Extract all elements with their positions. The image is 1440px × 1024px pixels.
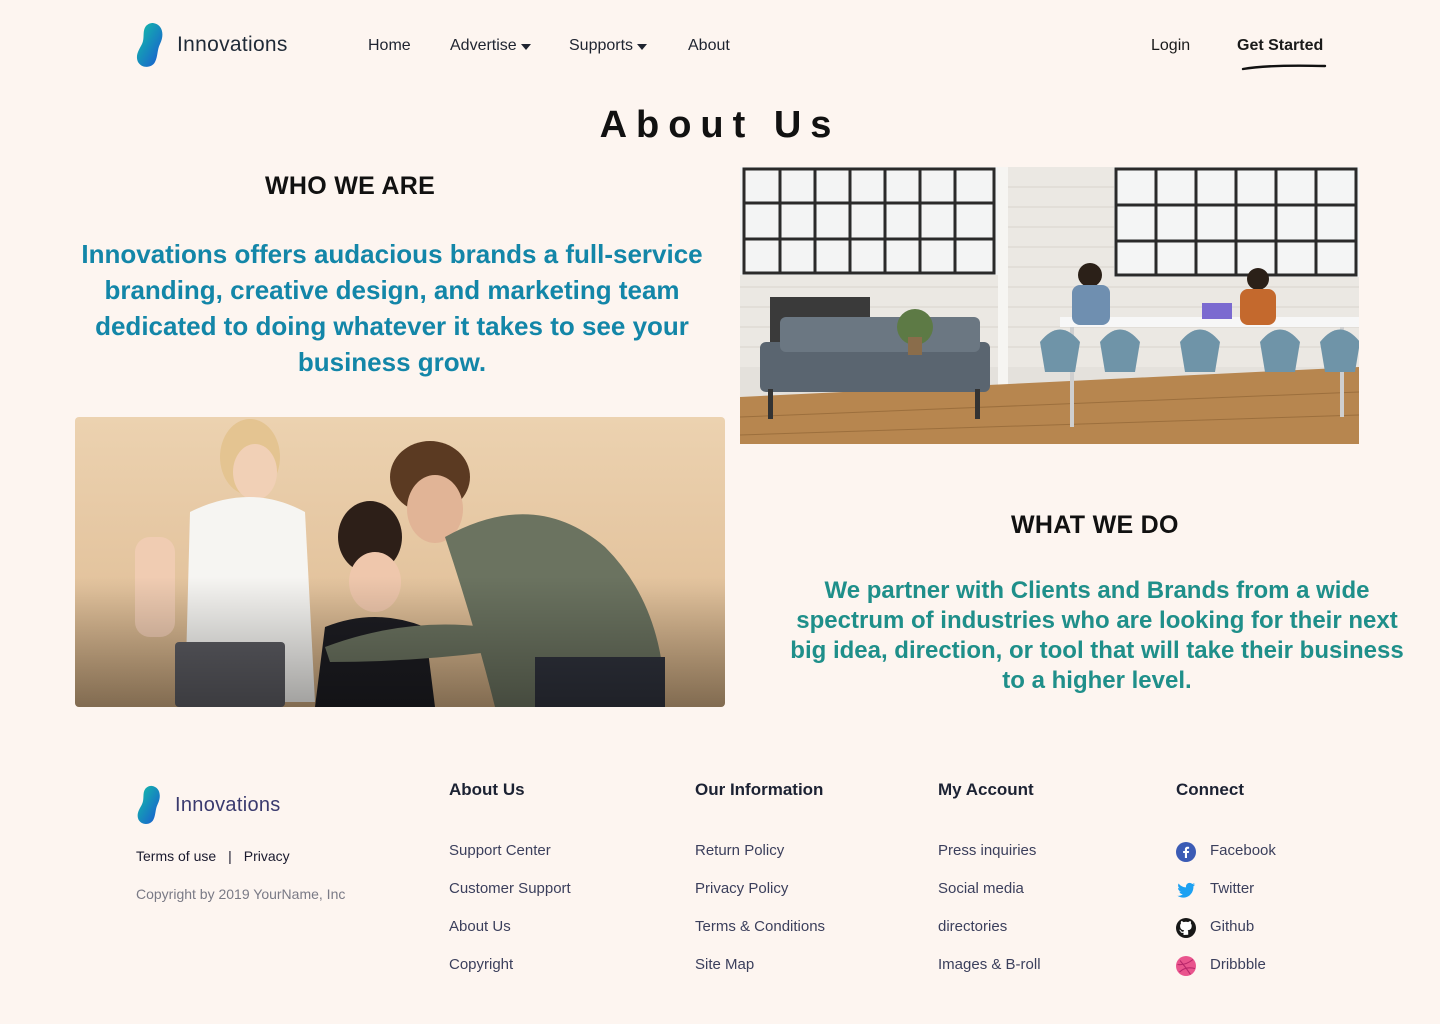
- brush-underline-icon: [1241, 64, 1327, 71]
- nav-advertise[interactable]: Advertise: [450, 37, 531, 55]
- caret-down-icon: [520, 43, 531, 50]
- office-photo: [740, 167, 1359, 444]
- footer-brand-logo[interactable]: Innovations: [136, 785, 281, 825]
- footer-column-heading: Our Information: [695, 780, 824, 799]
- caret-down-icon: [637, 43, 648, 50]
- footer-column-account: My Account Press inquiries Social media …: [938, 780, 1041, 994]
- footer-link[interactable]: Privacy Policy: [695, 880, 825, 918]
- footer-link[interactable]: Copyright: [449, 956, 571, 994]
- footer-column-heading: Connect: [1176, 780, 1244, 799]
- github-icon: [1176, 918, 1196, 938]
- who-we-are-heading: WHO WE ARE: [265, 172, 436, 200]
- footer-column-heading: About Us: [449, 780, 525, 799]
- footer-column-connect: Connect Facebook Twitter Github Dribbble: [1176, 780, 1276, 994]
- footer-link[interactable]: Social media: [938, 880, 1041, 918]
- nav-home[interactable]: Home: [368, 37, 411, 55]
- nav-supports[interactable]: Supports: [569, 37, 648, 55]
- team-photo: [75, 417, 725, 707]
- twitter-icon: [1177, 882, 1196, 898]
- facebook-icon: [1176, 842, 1196, 862]
- privacy-link[interactable]: Privacy: [244, 848, 290, 864]
- login-link[interactable]: Login: [1151, 37, 1190, 55]
- brand-name: Innovations: [177, 33, 288, 56]
- nav-advertise-label: Advertise: [450, 37, 517, 54]
- footer-column-about: About Us Support Center Customer Support…: [449, 780, 571, 994]
- twitter-label: Twitter: [1210, 880, 1255, 897]
- footer-column-heading: My Account: [938, 780, 1034, 799]
- nav-about-label: About: [688, 37, 730, 54]
- dribbble-link[interactable]: Dribbble: [1176, 956, 1276, 994]
- dribbble-icon: [1176, 956, 1196, 976]
- terms-of-use-link[interactable]: Terms of use: [136, 848, 216, 864]
- logo-mark-icon: [136, 23, 163, 67]
- footer-link[interactable]: Site Map: [695, 956, 825, 994]
- footer-link[interactable]: Press inquiries: [938, 842, 1041, 880]
- nav-home-label: Home: [368, 37, 411, 54]
- nav-about[interactable]: About: [688, 37, 730, 55]
- nav-supports-label: Supports: [569, 37, 634, 54]
- footer-link[interactable]: Return Policy: [695, 842, 825, 880]
- github-link[interactable]: Github: [1176, 918, 1276, 956]
- what-we-do-heading: WHAT WE DO: [1011, 511, 1179, 539]
- footer-link[interactable]: Customer Support: [449, 880, 571, 918]
- copyright-text: Copyright by 2019 YourName, Inc: [136, 886, 346, 902]
- who-we-are-text: Innovations offers audacious brands a fu…: [81, 239, 703, 377]
- dribbble-label: Dribbble: [1210, 956, 1266, 973]
- github-label: Github: [1210, 918, 1255, 935]
- footer-legal: Terms of use | Privacy: [136, 848, 290, 864]
- facebook-link[interactable]: Facebook: [1176, 842, 1276, 880]
- logo-mark-icon: [137, 785, 160, 825]
- footer-column-information: Our Information Return Policy Privacy Po…: [695, 780, 825, 994]
- footer-link[interactable]: About Us: [449, 918, 571, 956]
- brand-logo[interactable]: Innovations: [136, 22, 288, 68]
- facebook-label: Facebook: [1210, 842, 1276, 859]
- what-we-do-text: We partner with Clients and Brands from …: [790, 577, 1404, 694]
- get-started-button[interactable]: Get Started: [1237, 37, 1323, 55]
- page-title: About Us: [599, 104, 841, 146]
- footer-link[interactable]: Images & B-roll: [938, 956, 1041, 994]
- legal-separator: |: [228, 848, 232, 864]
- footer-link[interactable]: Terms & Conditions: [695, 918, 825, 956]
- twitter-link[interactable]: Twitter: [1176, 880, 1276, 918]
- footer-link[interactable]: Support Center: [449, 842, 571, 880]
- footer-brand-name: Innovations: [175, 793, 281, 816]
- footer-link[interactable]: directories: [938, 918, 1041, 956]
